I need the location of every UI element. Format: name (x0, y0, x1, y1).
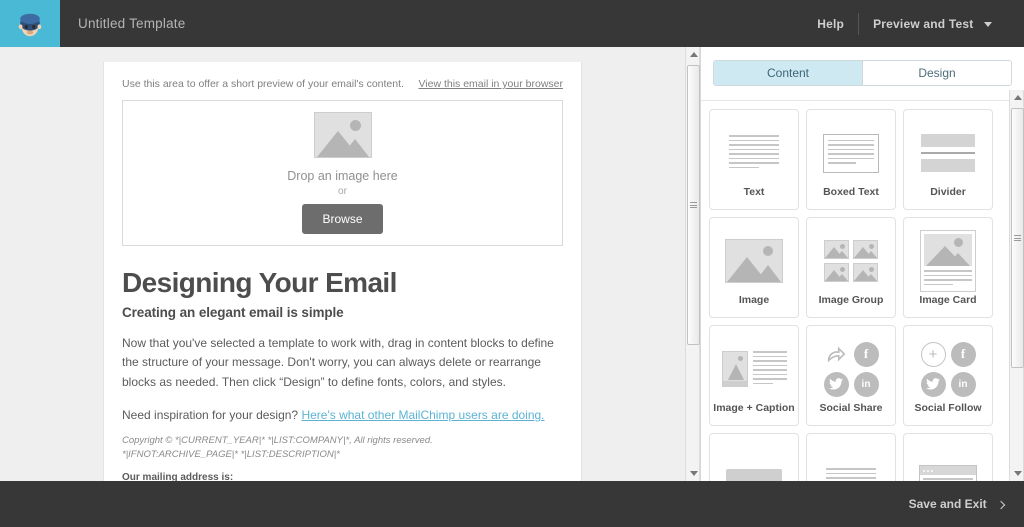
block-code[interactable] (903, 433, 993, 481)
mountain-shape-right (340, 139, 369, 157)
block-label: Social Follow (914, 401, 982, 414)
footer-copyright-line: Copyright © *|CURRENT_YEAR|* *|LIST:COMP… (122, 435, 433, 447)
save-and-exit-button[interactable]: Save and Exit (908, 497, 1006, 511)
block-button[interactable] (709, 433, 799, 481)
block-image-caption[interactable]: Image + Caption (709, 325, 799, 426)
block-boxed-text[interactable]: Boxed Text (806, 109, 896, 210)
image-icon (725, 232, 783, 290)
block-image-card[interactable]: Image Card (903, 217, 993, 318)
block-label: Image (738, 293, 770, 306)
block-label: Image Card (919, 293, 977, 306)
email-heading: Designing Your Email (122, 267, 397, 298)
social-follow-icon: + f in (920, 340, 976, 398)
view-in-browser-link[interactable]: View this email in your browser (418, 78, 563, 90)
email-body[interactable]: Use this area to offer a short preview o… (103, 62, 582, 481)
footer-bar: Save and Exit (0, 481, 1024, 527)
facebook-icon: f (950, 341, 976, 367)
twitter-icon (920, 371, 946, 397)
block-row: Image + Caption f in Social Share + f in… (709, 325, 1003, 426)
block-label: Social Share (819, 401, 883, 414)
share-arrow-icon (824, 342, 849, 367)
linkedin-icon: in (950, 371, 976, 397)
email-canvas: Use this area to offer a short preview o… (0, 47, 684, 481)
panel-tabs: Content Design (713, 60, 1012, 86)
button-icon (726, 448, 782, 481)
block-row: Image Image Group Image Card (709, 217, 1003, 318)
block-label: Text (743, 185, 765, 198)
panel-scroll-up-icon[interactable] (1010, 90, 1024, 105)
block-label: Image + Caption (713, 401, 795, 414)
divider-icon (921, 124, 975, 182)
block-label: Boxed Text (823, 185, 879, 198)
panel-scroll-thumb[interactable] (1011, 108, 1024, 368)
help-link[interactable]: Help (803, 17, 858, 31)
block-label: Image Group (818, 293, 884, 306)
header-actions: Help Preview and Test (803, 0, 1024, 47)
block-social-follow[interactable]: + f in Social Follow (903, 325, 993, 426)
image-placeholder-icon (313, 112, 372, 158)
email-body-copy[interactable]: Designing Your Email Creating an elegant… (104, 246, 581, 428)
block-image[interactable]: Image (709, 217, 799, 318)
content-blocks-list: Text Boxed Text Divider Image Image Grou… (701, 101, 1009, 481)
block-label: Divider (930, 185, 966, 198)
block-footer[interactable] (806, 433, 896, 481)
monkey-icon (18, 13, 42, 36)
inspiration-line: Need inspiration for your design? Here's… (122, 408, 563, 422)
footer-lines-icon (826, 448, 876, 481)
app-header: Untitled Template Help Preview and Test (0, 0, 1024, 47)
preview-and-test-label: Preview and Test (873, 16, 974, 31)
image-card-icon (920, 230, 976, 292)
block-social-share[interactable]: f in Social Share (806, 325, 896, 426)
twitter-icon (823, 371, 849, 397)
mailchimp-monkey-logo[interactable] (0, 0, 60, 47)
linkedin-icon: in (853, 371, 879, 397)
image-caption-icon (721, 340, 787, 398)
scroll-grip-icon (690, 201, 697, 210)
block-text[interactable]: Text (709, 109, 799, 210)
inspiration-prefix: Need inspiration for your design? (122, 408, 299, 423)
footer-address-label: Our mailing address is: (122, 471, 234, 481)
block-image-group[interactable]: Image Group (806, 217, 896, 318)
or-label: or (338, 186, 347, 197)
block-row: Text Boxed Text Divider (709, 109, 1003, 210)
canvas-scrollbar[interactable] (685, 47, 700, 481)
email-footer-copy[interactable]: Copyright © *|CURRENT_YEAR|* *|LIST:COMP… (104, 428, 581, 481)
preview-and-test-button[interactable]: Preview and Test (859, 17, 1006, 31)
canvas-scroll-down-icon[interactable] (686, 466, 701, 481)
tab-content[interactable]: Content (714, 61, 862, 85)
image-group-icon (824, 232, 878, 290)
preheader-text: Use this area to offer a short preview o… (122, 78, 404, 90)
save-and-exit-label: Save and Exit (908, 497, 987, 511)
plus-icon: + (920, 341, 946, 367)
block-divider[interactable]: Divider (903, 109, 993, 210)
mailchimp-template-editor: Untitled Template Help Preview and Test … (0, 0, 1024, 527)
image-dropzone[interactable]: Drop an image here or Browse (122, 100, 563, 246)
chevron-right-icon (996, 500, 1006, 510)
footer-description-line: *|IFNOT:ARCHIVE_PAGE|* *|LIST:DESCRIPTIO… (122, 448, 340, 460)
text-lines-icon (729, 124, 779, 182)
block-row (709, 433, 1003, 481)
drop-image-label: Drop an image here (287, 169, 398, 183)
canvas-scroll-up-icon[interactable] (686, 47, 701, 62)
browse-button[interactable]: Browse (302, 204, 383, 234)
template-title: Untitled Template (78, 16, 186, 31)
chevron-down-icon (984, 21, 992, 27)
scroll-grip-icon (1014, 234, 1021, 243)
social-share-icon: f in (823, 340, 879, 398)
email-subheading: Creating an elegant email is simple (122, 304, 344, 320)
panel-scrollbar[interactable] (1009, 90, 1024, 481)
canvas-scroll-thumb[interactable] (687, 65, 700, 345)
content-panel: Content Design Text Boxed Text Divider I… (700, 47, 1024, 481)
tab-design[interactable]: Design (862, 61, 1011, 85)
sun-shape (349, 120, 361, 131)
panel-scroll-down-icon[interactable] (1010, 466, 1024, 481)
boxed-text-icon (823, 124, 879, 182)
inspiration-link[interactable]: Here's what other MailChimp users are do… (301, 408, 544, 422)
email-paragraph: Now that you've selected a template to w… (122, 335, 554, 389)
preheader-row[interactable]: Use this area to offer a short preview o… (104, 62, 581, 100)
code-window-icon (919, 448, 977, 481)
facebook-icon: f (853, 341, 879, 367)
